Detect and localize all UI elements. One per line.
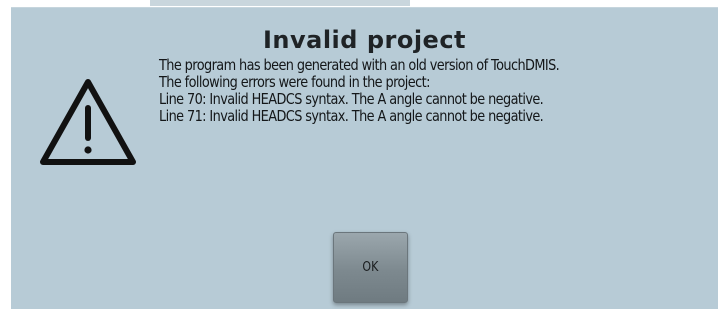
dialog-title: Invalid project [262, 26, 467, 54]
screen: Invalid project The program has been gen… [0, 0, 718, 309]
warning-triangle-icon [40, 79, 136, 165]
message-line-4: Line 71: Invalid HEADCS syntax. The A an… [159, 107, 544, 125]
ok-button-label: OK [362, 260, 379, 275]
message-line-1: The program has been generated with an o… [159, 56, 560, 74]
background-strip [150, 0, 410, 6]
dialog-message: The program has been generated with an o… [159, 57, 641, 125]
message-line-2: The following errors were found in the p… [159, 73, 430, 91]
message-line-3: Line 70: Invalid HEADCS syntax. The A an… [159, 90, 544, 108]
ok-button[interactable]: OK [333, 232, 408, 303]
invalid-project-dialog: Invalid project The program has been gen… [11, 7, 718, 309]
